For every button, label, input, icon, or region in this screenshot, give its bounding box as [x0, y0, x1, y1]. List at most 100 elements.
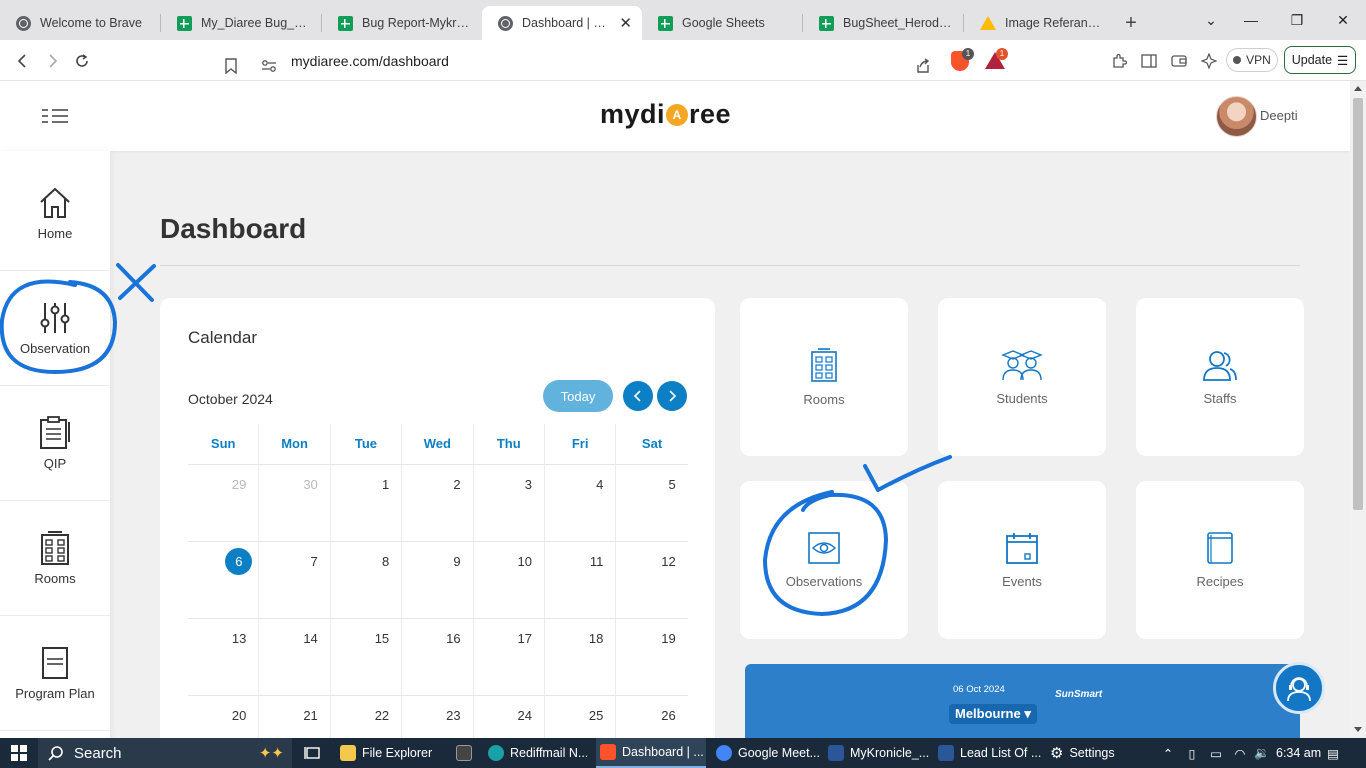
calendar-day[interactable]: 17 [474, 619, 545, 695]
clock[interactable]: 6:34 am [1276, 738, 1324, 768]
tile-recipes[interactable]: Recipes [1136, 481, 1304, 639]
username[interactable]: Deepti [1260, 108, 1298, 123]
battery-icon[interactable]: ▭ [1208, 738, 1224, 768]
tile-rooms[interactable]: Rooms [740, 298, 908, 456]
calendar-day-number: 7 [310, 554, 318, 569]
calendar-day[interactable]: 10 [474, 542, 545, 618]
calendar-day[interactable]: 14 [259, 619, 331, 695]
close-window-icon[interactable]: ✕ [1320, 0, 1366, 40]
extensions-icon[interactable] [1104, 40, 1134, 81]
volume-icon[interactable]: 🔉 [1254, 738, 1270, 768]
taskbar-file-explorer[interactable]: File Explorer [336, 738, 446, 768]
calendar-day[interactable]: 19 [616, 619, 687, 695]
sidebar-item-rooms[interactable]: Rooms [0, 501, 110, 616]
calendar-day[interactable]: 12 [616, 542, 687, 618]
start-button[interactable] [8, 738, 30, 768]
calendar-day-today[interactable]: 6 [188, 542, 260, 618]
bookmark-icon[interactable] [216, 45, 246, 86]
browser-tab-active[interactable]: Dashboard | Mydiaree✕ [482, 6, 642, 40]
page-scrollbar[interactable] [1350, 81, 1366, 740]
browser-tab[interactable]: BugSheet_Herody_Admin [803, 6, 963, 40]
sliders-icon [40, 302, 70, 333]
taskbar-google-meet[interactable]: Google Meet... [712, 738, 822, 768]
taskbar-rediffmail[interactable]: Rediffmail N... [484, 738, 590, 768]
address-bar[interactable]: mydiaree.com/dashboard [214, 45, 1024, 76]
today-button[interactable]: Today [543, 380, 613, 412]
avatar[interactable] [1216, 96, 1257, 137]
tile-staffs[interactable]: Staffs [1136, 298, 1304, 456]
notifications-icon[interactable]: ▤ [1324, 738, 1342, 768]
calendar-day-number: 14 [303, 631, 318, 646]
calendar-day-number: 4 [596, 477, 604, 492]
browser-tab[interactable]: Google Sheets [642, 6, 802, 40]
scroll-down-icon[interactable] [1354, 727, 1362, 732]
sidebar-toggle-icon[interactable] [1134, 40, 1164, 81]
sidebar-item-qip[interactable]: QIP [0, 386, 110, 501]
clipboard-icon [40, 415, 70, 449]
sidebar-item-home[interactable]: Home [0, 156, 110, 271]
app-logo[interactable]: mydi Aree [600, 99, 731, 130]
phone-link-icon[interactable]: ▯ [1184, 738, 1200, 768]
calendar-day[interactable]: 2 [402, 465, 474, 541]
calendar-day[interactable]: 9 [402, 542, 474, 618]
tile-observations[interactable]: Observations [740, 481, 908, 639]
restore-icon[interactable]: ❐ [1274, 0, 1320, 40]
sparkle-icon: ✦✦ [258, 745, 284, 762]
prev-month-button[interactable] [623, 381, 653, 411]
sunsmart-logo: SunSmart [1055, 689, 1103, 700]
calendar-week-row: 6 7 8 9 10 11 12 [188, 541, 688, 618]
reload-icon[interactable] [67, 40, 97, 81]
taskbar-dashboard[interactable]: Dashboard | ... [596, 738, 706, 768]
back-icon[interactable] [8, 40, 38, 81]
support-agent-icon [1287, 677, 1311, 702]
wifi-icon[interactable]: ◠ [1232, 738, 1248, 768]
weekday-label: Sun [188, 424, 260, 464]
calendar-day[interactable]: 29 [188, 465, 260, 541]
new-tab-icon[interactable]: + [1114, 6, 1148, 40]
sidebar-item-observation[interactable]: Observation [0, 271, 110, 386]
sidebar-item-program-plan[interactable]: Program Plan [0, 616, 110, 731]
update-button[interactable]: Update ☰ [1284, 46, 1356, 74]
calendar-day[interactable]: 16 [402, 619, 474, 695]
share-icon[interactable] [908, 45, 938, 86]
leo-ai-icon[interactable] [1194, 40, 1224, 81]
browser-tab[interactable]: Bug Report-Mykronicle [322, 6, 482, 40]
menu-toggle-icon[interactable] [42, 109, 68, 123]
browser-tab[interactable]: Image Referances Mydiaree [964, 6, 1114, 40]
tile-students[interactable]: Students [938, 298, 1106, 456]
site-settings-icon[interactable] [254, 45, 284, 86]
taskbar-settings[interactable]: ⚙ Settings [1048, 738, 1128, 768]
taskbar-lead-list[interactable]: Lead List Of ... [936, 738, 1042, 768]
scroll-up-icon[interactable] [1354, 86, 1362, 91]
calendar-day[interactable]: 7 [259, 542, 331, 618]
task-view-button[interactable] [300, 738, 324, 768]
folder-icon [340, 745, 356, 761]
next-month-button[interactable] [657, 381, 687, 411]
forward-icon[interactable] [37, 40, 67, 81]
taskbar-app[interactable] [452, 738, 476, 768]
minimize-icon[interactable]: — [1228, 0, 1274, 40]
taskbar-search[interactable]: Search ✦✦ [38, 738, 292, 768]
tile-events[interactable]: Events [938, 481, 1106, 639]
close-tab-icon[interactable]: ✕ [619, 14, 632, 32]
calendar-day[interactable]: 13 [188, 619, 260, 695]
calendar-day-number: 17 [517, 631, 532, 646]
scroll-thumb[interactable] [1353, 98, 1363, 510]
calendar-day[interactable]: 5 [616, 465, 687, 541]
calendar-day[interactable]: 18 [545, 619, 617, 695]
city-select[interactable]: Melbourne ▾ [949, 704, 1037, 724]
calendar-day[interactable]: 30 [259, 465, 331, 541]
calendar-day[interactable]: 4 [545, 465, 617, 541]
calendar-day[interactable]: 8 [331, 542, 403, 618]
chevron-up-icon[interactable]: ⌃ [1160, 738, 1176, 768]
taskbar-mykronicle[interactable]: MyKronicle_... [826, 738, 930, 768]
calendar-day[interactable]: 15 [331, 619, 403, 695]
wallet-icon[interactable] [1164, 40, 1194, 81]
calendar-day[interactable]: 1 [331, 465, 403, 541]
support-chat-button[interactable] [1273, 662, 1325, 714]
browser-tab[interactable]: My_Diaree Bug_Sheet [161, 6, 321, 40]
browser-tab[interactable]: Welcome to Brave [0, 6, 160, 40]
calendar-day[interactable]: 3 [474, 465, 545, 541]
calendar-day[interactable]: 11 [545, 542, 617, 618]
vpn-button[interactable]: VPN [1226, 48, 1278, 72]
